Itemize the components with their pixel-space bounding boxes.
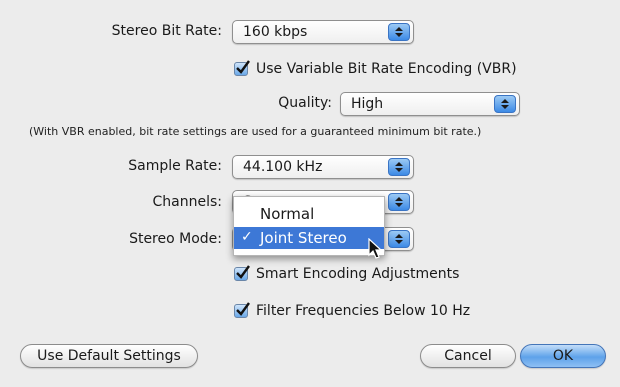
vbr-label: Use Variable Bit Rate Encoding (VBR) [256,61,517,77]
vbr-checkbox[interactable] [234,60,250,76]
popup-arrows-icon [388,193,410,211]
use-default-settings-button[interactable]: Use Default Settings [20,344,198,368]
mouse-cursor-icon [368,238,383,259]
channels-label: Channels: [152,194,223,210]
menu-item-normal[interactable]: Normal [234,203,384,225]
stereo-mode-label: Stereo Mode: [129,231,222,247]
sample-rate-label: Sample Rate: [128,158,222,174]
stereo-bit-rate-value: 160 kbps [243,24,308,40]
quality-popup[interactable]: High [340,92,520,116]
menu-item-label: Joint Stereo [260,229,347,247]
vbr-note: (With VBR enabled, bit rate settings are… [29,125,482,138]
checkmark-icon [236,302,250,316]
checkmark-icon: ✓ [241,229,253,245]
filter-checkbox[interactable] [234,302,250,318]
menu-item-label: Normal [260,205,315,223]
ok-button[interactable]: OK [520,344,606,368]
stereo-mode-menu: Normal ✓ Joint Stereo [233,196,385,256]
popup-arrows-icon [388,23,410,41]
popup-arrows-icon [388,230,410,248]
checkmark-icon [236,265,250,279]
checkmark-icon [236,60,250,74]
quality-label: Quality: [278,95,332,111]
sample-rate-value: 44.100 kHz [243,159,323,175]
filter-label: Filter Frequencies Below 10 Hz [256,303,471,319]
popup-arrows-icon [388,158,410,176]
smart-encoding-label: Smart Encoding Adjustments [256,266,460,282]
stereo-bit-rate-popup[interactable]: 160 kbps [232,20,414,44]
popup-arrows-icon [494,95,516,113]
smart-encoding-checkbox[interactable] [234,265,250,281]
cancel-button[interactable]: Cancel [420,344,516,368]
stereo-bit-rate-label: Stereo Bit Rate: [111,23,222,39]
menu-item-joint-stereo[interactable]: ✓ Joint Stereo [234,227,384,249]
sample-rate-popup[interactable]: 44.100 kHz [232,155,414,179]
quality-value: High [351,96,384,112]
